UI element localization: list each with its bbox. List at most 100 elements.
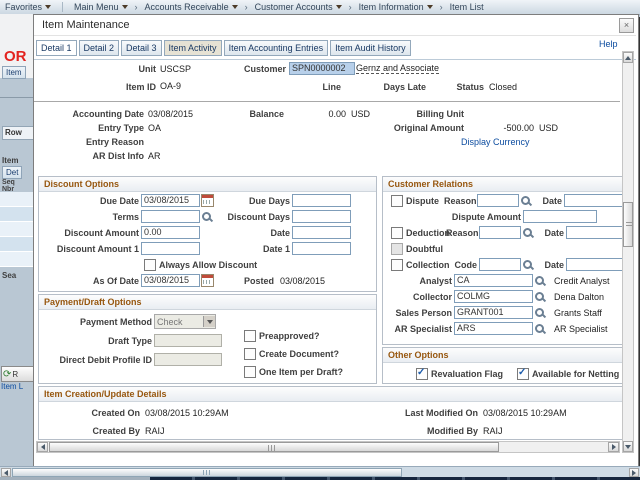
discount-options-group: Discount Options Due Date 03/08/2015 Due… (38, 176, 377, 292)
calendar-icon[interactable] (201, 194, 214, 207)
one-item-per-draft-label: One Item per Draft? (259, 367, 343, 377)
created-on-value: 03/08/2015 10:29AM (145, 408, 229, 418)
breadcrumb-accounts-receivable[interactable]: Accounts Receivable (140, 0, 243, 14)
discount-days-label: Discount Days (213, 212, 290, 222)
revaluation-flag-checkbox[interactable] (416, 368, 428, 380)
bg-detail-tab[interactable]: Det (2, 166, 22, 179)
breadcrumb: Favorites Main Menu › Accounts Receivabl… (0, 0, 640, 15)
collection-code-field[interactable] (479, 258, 521, 271)
favorites-menu[interactable]: Favorites (0, 0, 56, 14)
dispute-amount-field[interactable] (523, 210, 597, 223)
item-id-value: OA-9 (160, 81, 181, 91)
ar-specialist-field[interactable]: ARS (454, 322, 533, 335)
ar-specialist-label: AR Specialist (383, 324, 452, 334)
lookup-icon[interactable] (201, 211, 213, 223)
balance-label: Balance (222, 109, 284, 119)
collection-date-field[interactable] (566, 258, 624, 271)
breadcrumb-customer-accounts[interactable]: Customer Accounts (250, 0, 347, 14)
lookup-icon[interactable] (522, 259, 534, 271)
scroll-left-icon[interactable] (1, 468, 11, 477)
dispute-reason-label: Reason (444, 196, 475, 206)
scroll-right-icon[interactable] (608, 442, 619, 452)
modified-by-value: RAIJ (483, 426, 623, 436)
draft-type-field[interactable] (154, 334, 222, 347)
preapproved-checkbox[interactable] (244, 330, 256, 342)
date-1-field[interactable] (292, 242, 351, 255)
sales-person-field[interactable]: GRANT001 (454, 306, 533, 319)
discount-days-field[interactable] (292, 210, 351, 223)
collector-field[interactable]: COLMG (454, 290, 533, 303)
breadcrumb-item-list[interactable]: Item List (445, 0, 489, 14)
scroll-left-icon[interactable] (37, 442, 48, 452)
bg-item-list-link[interactable]: Item L (1, 382, 23, 391)
scroll-up-icon[interactable] (623, 52, 633, 63)
create-document-checkbox[interactable] (244, 348, 256, 360)
tab-detail-2[interactable]: Detail 2 (79, 40, 120, 56)
analyst-desc: Credit Analyst (554, 276, 610, 286)
available-for-netting-checkbox[interactable] (517, 368, 529, 380)
scroll-right-icon[interactable] (629, 468, 639, 477)
other-options-title: Other Options (383, 348, 623, 363)
display-currency-link[interactable]: Display Currency (461, 137, 530, 147)
bg-search-label: Sea (2, 271, 16, 280)
breadcrumb-item-information[interactable]: Item Information (354, 0, 438, 14)
help-link[interactable]: Help (599, 39, 618, 49)
payment-method-select[interactable]: Check (154, 314, 216, 329)
deduction-checkbox[interactable] (391, 227, 403, 239)
bg-refresh-button[interactable]: ⟳R (1, 366, 35, 382)
tab-item-activity[interactable]: Item Activity (164, 40, 222, 56)
dispute-date-field[interactable] (564, 194, 623, 207)
scrollbar-thumb[interactable] (623, 202, 633, 247)
customer-name-link[interactable]: Gernz and Associate (356, 63, 439, 74)
scrollbar-thumb[interactable] (12, 468, 402, 477)
tab-item-audit-history[interactable]: Item Audit History (330, 40, 411, 56)
direct-debit-profile-id-field[interactable] (154, 353, 222, 366)
chevron-down-icon (45, 5, 51, 9)
scrollbar-thumb[interactable] (49, 442, 499, 452)
line-label: Line (281, 82, 341, 92)
calendar-icon[interactable] (201, 274, 214, 287)
tab-item-accounting-entries[interactable]: Item Accounting Entries (224, 40, 329, 56)
bg-item-tab[interactable]: Item (2, 66, 26, 79)
due-date-field[interactable]: 03/08/2015 (141, 194, 200, 207)
always-allow-discount-checkbox[interactable] (144, 259, 156, 271)
deduction-reason-field[interactable] (479, 226, 521, 239)
direct-debit-profile-id-label: Direct Debit Profile ID (39, 355, 152, 365)
deduction-date-field[interactable] (566, 226, 624, 239)
analyst-field[interactable]: CA (454, 274, 533, 287)
other-options-group: Other Options Revaluation Flag Available… (382, 347, 624, 384)
table-row (0, 237, 33, 252)
as-of-date-field[interactable]: 03/08/2015 (141, 274, 200, 287)
dispute-checkbox[interactable] (391, 195, 403, 207)
modal-horizontal-scrollbar[interactable] (36, 441, 620, 453)
table-row (0, 207, 33, 222)
date-field[interactable] (292, 226, 351, 239)
lookup-icon[interactable] (534, 291, 546, 303)
collection-checkbox[interactable] (391, 259, 403, 271)
customer-id-field[interactable]: SPN0000002 (289, 62, 355, 75)
dispute-reason-field[interactable] (477, 194, 519, 207)
customer-relations-group: Customer Relations Dispute Reason Date D… (382, 176, 624, 345)
discount-amount-1-field[interactable] (141, 242, 200, 255)
tab-detail-3[interactable]: Detail 3 (121, 40, 162, 56)
modal-vertical-scrollbar[interactable] (622, 51, 634, 453)
scroll-down-icon[interactable] (623, 441, 633, 452)
customer-label: Customer (214, 64, 286, 74)
lookup-icon[interactable] (534, 323, 546, 335)
terms-field[interactable] (141, 210, 200, 223)
doubtful-checkbox[interactable] (391, 243, 403, 255)
as-of-date-label: As Of Date (39, 276, 139, 286)
create-document-label: Create Document? (259, 349, 339, 359)
lookup-icon[interactable] (534, 307, 546, 319)
available-for-netting-label: Available for Netting (532, 369, 619, 379)
lookup-icon[interactable] (534, 275, 546, 287)
main-menu[interactable]: Main Menu (69, 0, 133, 14)
lookup-icon[interactable] (522, 227, 534, 239)
tab-detail-1[interactable]: Detail 1 (36, 40, 77, 56)
discount-amount-field[interactable]: 0.00 (141, 226, 200, 239)
due-days-field[interactable] (292, 194, 351, 207)
one-item-per-draft-checkbox[interactable] (244, 366, 256, 378)
close-icon[interactable]: × (619, 18, 634, 33)
lookup-icon[interactable] (520, 195, 532, 207)
breadcrumb-separator: › (438, 2, 445, 12)
